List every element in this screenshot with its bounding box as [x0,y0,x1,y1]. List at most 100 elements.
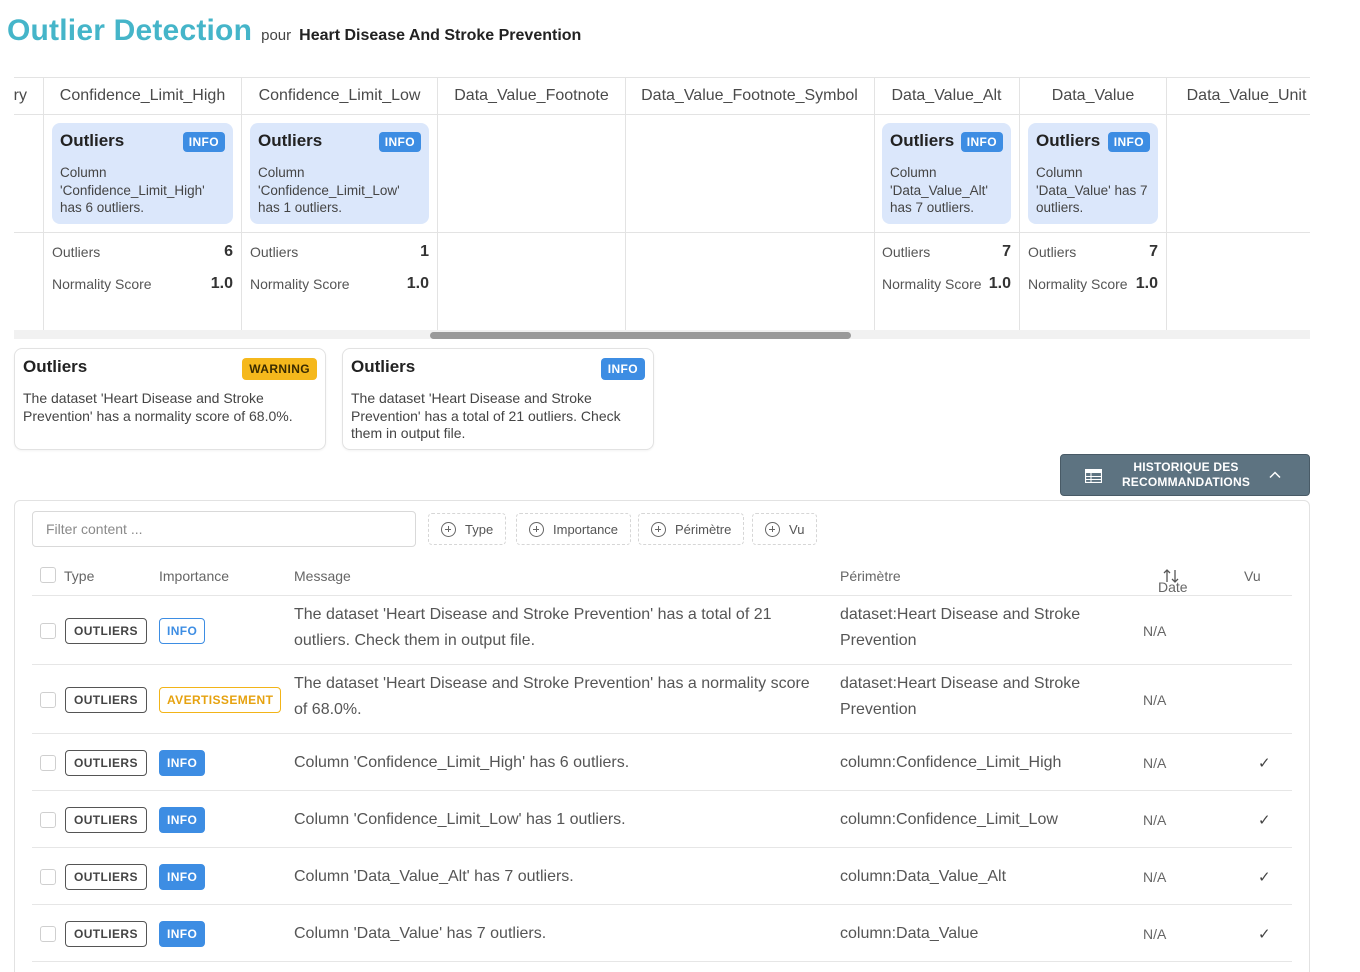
importance-tag: INFO [159,863,206,890]
horizontal-scrollbar[interactable] [14,330,1310,339]
column-header[interactable]: Data_Value_Alt [874,78,1019,115]
stat-value: 1.0 [1135,275,1158,292]
column-header[interactable]: ry [14,78,43,115]
row-perimetre: column:Confidence_Limit_Low [840,810,1058,828]
header-type[interactable]: Type [64,568,94,584]
row-perimetre: column:Confidence_Limit_High [840,753,1062,771]
row-checkbox[interactable] [40,868,56,885]
type-tag: OUTLIERS [65,863,147,890]
stat-label: Normality Score [250,276,350,292]
title-connector: pour [261,27,292,44]
column-header[interactable]: Confidence_Limit_High [44,78,241,115]
stat-label: Outliers [250,244,299,260]
outlier-card: Outliers INFO Column 'Confidence_Limit_Hig… [52,123,233,224]
outlier-card: Outliers INFO Column 'Data_Value' has 7 ou… [1028,123,1158,224]
normality-stat: Normality Score 1.0 [52,268,233,300]
header-vu[interactable]: Vu [1244,568,1261,584]
column-header[interactable]: Data_Value_Unit [1167,78,1310,115]
column-data-value-footnote-symbol: Data_Value_Footnote_Symbol [625,78,875,330]
table-row[interactable]: OUTLIERS INFO The dataset 'Heart Disease a… [32,596,1292,665]
filter-button-label: Importance [553,521,619,537]
table-row[interactable]: OUTLIERS INFO Column 'Confidence_Limit_Hig… [32,734,1292,791]
seen-check-icon: ✓ [1258,754,1271,772]
column-confidence-limit-high: Confidence_Limit_High Outliers INFO Column … [44,78,242,330]
outlier-card-text: Column 'Confidence_Limit_Low' has 1 outl… [258,165,400,215]
table-row[interactable]: OUTLIERS INFO Column 'Confidence_Limit_Low… [32,791,1292,848]
table-row[interactable]: OUTLIERS AVERTISSEMENT The dataset 'Heart … [32,665,1292,734]
stat-value: 7 [1002,243,1011,260]
column-header[interactable]: Data_Value_Footnote_Symbol [625,78,874,115]
row-date: N/A [1143,754,1167,771]
stat-label: Outliers [1028,244,1077,260]
column-card-area: Outliers INFO Column 'Data_Value_Alt' has … [874,115,1019,233]
table-row[interactable]: OUTLIERS INFO Column 'Data_Value_Alt' has … [32,848,1292,905]
dataset-card-text: The dataset 'Heart Disease and Stroke Pr… [351,390,621,441]
column-data-value-unit: Data_Value_Unit [1167,78,1310,330]
filter-button-label: Vu [789,521,805,537]
plus-circle-icon [765,521,780,537]
filter-type-button[interactable]: Type [428,513,507,545]
filter-button-label: Périmètre [675,521,732,537]
outlier-card-text: Column 'Confidence_Limit_High' has 6 out… [60,165,205,215]
column-header[interactable]: Confidence_Limit_Low [242,78,437,115]
column-card-area: Outliers INFO Column 'Confidence_Limit_Low… [242,115,437,233]
row-checkbox[interactable] [40,925,56,942]
stat-value: 1.0 [988,275,1011,292]
history-recommendations-button[interactable]: HISTORIQUE DES RECOMMANDATIONS [1060,454,1310,496]
column-stats: Outliers 7 Normality Score 1.0 [1020,236,1166,300]
plus-circle-icon [651,521,666,537]
info-badge: INFO [182,132,225,152]
normality-stat: Normality Score 1.0 [250,268,429,300]
row-date: N/A [1143,811,1167,828]
select-all-checkbox[interactable] [40,567,56,583]
row-date: N/A [1143,925,1167,942]
stat-label: Normality Score [1028,276,1128,292]
header-importance[interactable]: Importance [159,568,229,584]
outliers-stat: Outliers 7 [1028,236,1158,268]
filter-vu-button[interactable]: Vu [752,513,818,545]
stat-value: 1 [420,243,429,260]
column-data-value-alt: Data_Value_Alt Outliers INFO Column 'Data_V… [874,78,1020,330]
row-checkbox[interactable] [40,754,56,771]
table-row[interactable]: OUTLIERS INFO Column 'Data_Value' has 7 ou… [32,905,1292,962]
row-date: N/A [1143,868,1167,885]
column-card-area: Outliers INFO Column 'Data_Value' has 7 ou… [1020,115,1166,233]
header-date-label: Date [1158,579,1188,595]
chevron-up-icon [1269,471,1281,479]
header-perimetre[interactable]: Périmètre [840,568,901,584]
column-ry: ry [14,78,44,330]
filter-importance-button[interactable]: Importance [516,513,632,545]
dataset-card-info: Outliers INFO The dataset 'Heart Disease… [342,348,654,450]
type-tag: OUTLIERS [65,920,147,947]
scrollbar-thumb[interactable] [430,332,851,339]
table-icon [1085,469,1102,483]
dataset-card-text: The dataset 'Heart Disease and Stroke Pr… [23,390,293,424]
column-data-value: Data_Value Outliers INFO Column 'Data_Value… [1020,78,1167,330]
seen-check-icon: ✓ [1258,868,1271,886]
stat-label: Normality Score [52,276,152,292]
stat-label: Outliers [882,244,931,260]
outliers-stat: Outliers 7 [882,236,1011,268]
normality-stat: Normality Score 1.0 [1028,268,1158,300]
column-header[interactable]: Data_Value [1020,78,1166,115]
header-date[interactable]: Date [1158,568,1188,595]
outlier-card: Outliers INFO Column 'Data_Value_Alt' has … [882,123,1011,224]
filter-content-input[interactable] [32,511,416,547]
type-tag: OUTLIERS [65,806,147,833]
row-checkbox[interactable] [40,622,56,639]
info-badge: INFO [600,358,645,380]
row-message: Column 'Data_Value_Alt' has 7 outliers. [294,867,574,885]
outlier-card-text: Column 'Data_Value_Alt' has 7 outliers. [890,165,988,215]
info-badge: INFO [378,132,421,152]
header-message[interactable]: Message [294,568,351,584]
row-checkbox[interactable] [40,691,56,708]
row-checkbox[interactable] [40,811,56,828]
column-card-area [625,115,874,233]
column-header[interactable]: Data_Value_Footnote [438,78,625,115]
dataset-card-warning: Outliers WARNING The dataset 'Heart Dise… [14,348,326,450]
seen-check-icon: ✓ [1258,925,1271,943]
page-title: Outlier Detection [7,14,253,47]
column-confidence-limit-low: Confidence_Limit_Low Outliers INFO Column '… [242,78,438,330]
importance-tag: AVERTISSEMENT [159,686,282,713]
filter-perimetre-button[interactable]: Périmètre [638,513,745,545]
